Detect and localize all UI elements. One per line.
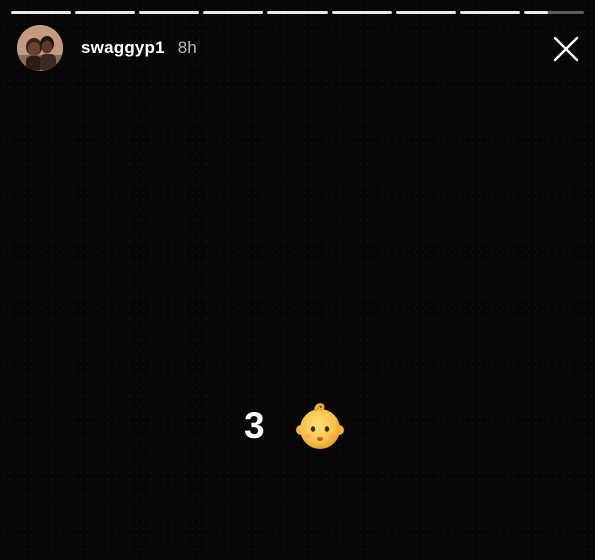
profile-photo-icon <box>17 25 63 71</box>
post-time: 8h <box>177 38 197 57</box>
progress-segment <box>11 11 72 14</box>
story-header: swaggyp1 8h <box>17 25 197 71</box>
progress-segment <box>139 11 200 14</box>
baby-face-emoji-icon <box>295 403 344 449</box>
progress-segment <box>395 11 456 14</box>
avatar[interactable] <box>17 25 63 71</box>
story-content: 3 <box>244 400 345 452</box>
progress-segment-fill <box>459 11 520 14</box>
progress-segment-fill <box>331 11 392 14</box>
progress-segment <box>75 11 136 14</box>
progress-segment-fill <box>203 11 264 14</box>
username[interactable]: swaggyp1 <box>81 38 165 58</box>
progress-segment <box>331 11 392 14</box>
progress-segment <box>203 11 264 14</box>
close-icon <box>553 36 579 62</box>
progress-segment-fill <box>75 11 136 14</box>
progress-segment-fill <box>11 11 72 14</box>
progress-segment-fill <box>139 11 200 14</box>
progress-segment <box>267 11 328 14</box>
story-progress-bar <box>11 11 584 14</box>
progress-segment <box>459 11 520 14</box>
close-button[interactable] <box>553 36 579 62</box>
progress-segment <box>523 11 584 14</box>
background-grain <box>0 0 595 560</box>
progress-segment-fill <box>523 11 548 14</box>
progress-segment-fill <box>395 11 456 14</box>
story-text-count: 3 <box>244 405 265 446</box>
progress-segment-fill <box>267 11 328 14</box>
story-viewer[interactable]: swaggyp1 8h 3 <box>0 0 595 560</box>
